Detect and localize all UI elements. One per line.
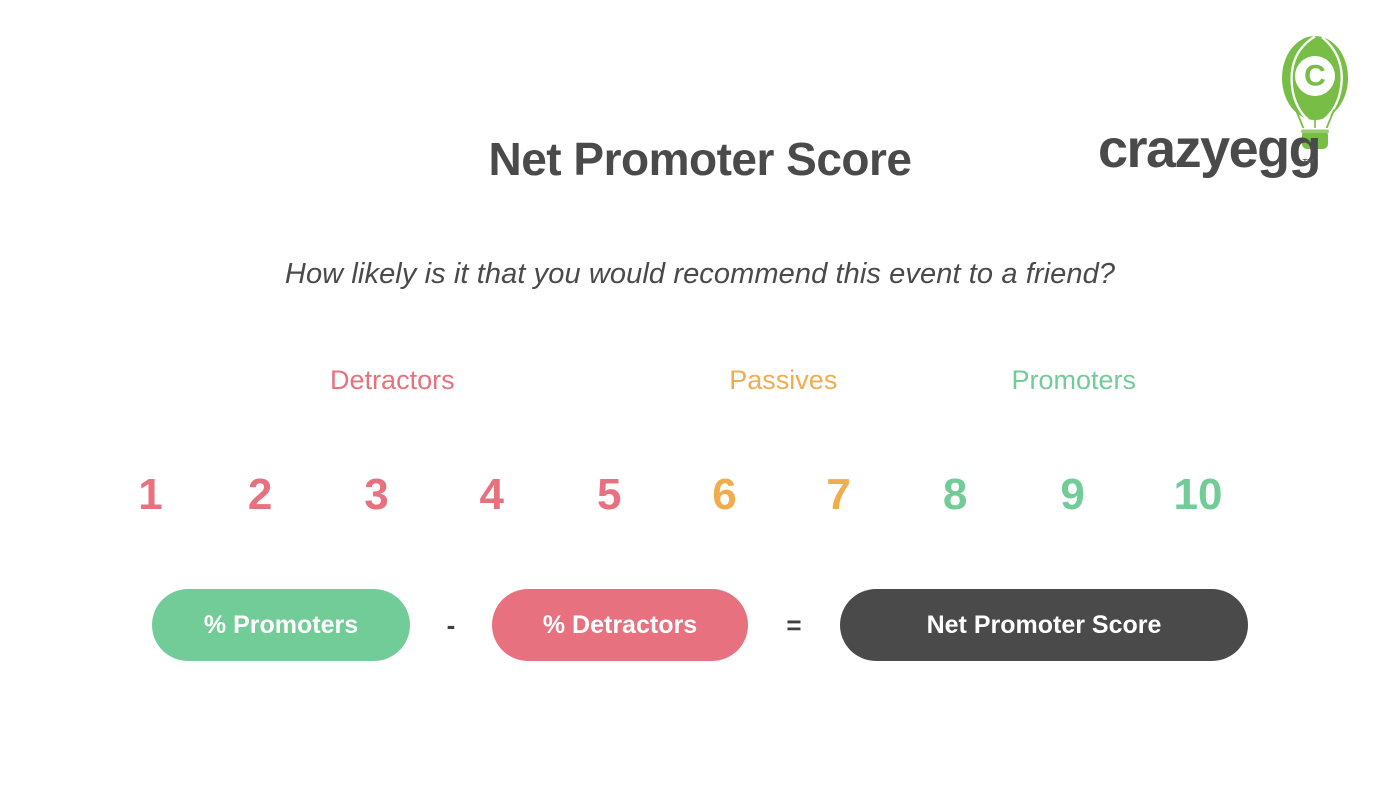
survey-question: How likely is it that you would recommen…: [284, 258, 1116, 290]
rating-number-5[interactable]: 5: [597, 462, 621, 528]
rating-number-7[interactable]: 7: [826, 462, 850, 528]
page-title: Net Promoter Score: [488, 133, 912, 185]
net-promoter-score-pill: Net Promoter Score: [840, 589, 1248, 661]
rating-number-2[interactable]: 2: [248, 462, 272, 528]
category-label-detractors: Detractors: [330, 365, 455, 395]
rating-number-10[interactable]: 10: [1174, 462, 1223, 528]
rating-scale: 1 2 3 4 5 6 7 8 9 10: [120, 462, 1250, 532]
category-label-passives: Passives: [729, 365, 838, 395]
rating-number-4[interactable]: 4: [480, 462, 504, 528]
rating-number-9[interactable]: 9: [1060, 462, 1084, 528]
promoters-pill: % Promoters: [152, 589, 410, 661]
minus-operator: -: [446, 610, 456, 640]
rating-number-1[interactable]: 1: [138, 462, 162, 528]
category-label-promoters: Promoters: [1011, 365, 1136, 395]
nps-formula: % Promoters - % Detractors = Net Promote…: [0, 588, 1400, 662]
equals-operator: =: [786, 610, 802, 640]
svg-text:C: C: [1304, 60, 1326, 93]
rating-number-3[interactable]: 3: [364, 462, 388, 528]
category-label-row: Detractors Passives Promoters: [120, 362, 1250, 402]
detractors-pill: % Detractors: [492, 589, 748, 661]
rating-number-8[interactable]: 8: [943, 462, 967, 528]
rating-number-6[interactable]: 6: [712, 462, 736, 528]
nps-slide: C crazyegg ™ Net Promoter Score How like…: [0, 0, 1400, 800]
